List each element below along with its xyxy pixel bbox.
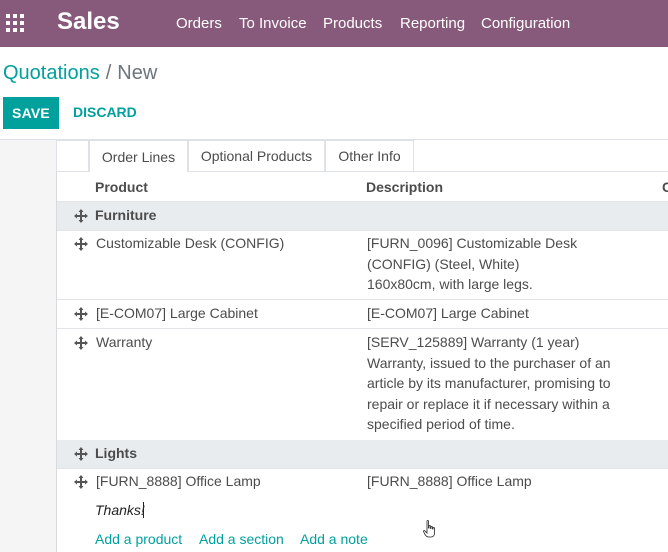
menu-reporting[interactable]: Reporting bbox=[400, 15, 465, 32]
product-cell[interactable]: Warranty bbox=[96, 332, 152, 353]
product-cell[interactable]: [E-COM07] Large Cabinet bbox=[96, 303, 258, 324]
breadcrumb-current: New bbox=[117, 62, 158, 84]
menu-configuration[interactable]: Configuration bbox=[481, 15, 570, 32]
breadcrumb-quotations[interactable]: Quotations bbox=[3, 62, 100, 84]
section-row[interactable] bbox=[57, 440, 668, 468]
column-header-product[interactable]: Product bbox=[95, 179, 148, 195]
description-line: (CONFIG) (Steel, White) bbox=[367, 255, 520, 272]
description-line: repair or replace it if necessary within… bbox=[367, 395, 610, 412]
row-divider bbox=[57, 230, 668, 231]
description-line: 160x80cm, with large legs. bbox=[367, 276, 533, 292]
note-input[interactable]: Thanks! bbox=[95, 502, 145, 518]
description-line: Warranty, issued to the purchaser of an bbox=[367, 354, 611, 371]
description-cell[interactable]: [SERV_125889] Warranty (1 year) Warranty… bbox=[367, 332, 627, 435]
add-section-link[interactable]: Add a section bbox=[199, 531, 284, 547]
description-line: specified period of time. bbox=[367, 416, 515, 432]
drag-handle-icon[interactable] bbox=[74, 307, 88, 321]
save-button[interactable]: SAVE bbox=[3, 97, 59, 129]
drag-handle-icon[interactable] bbox=[74, 209, 88, 223]
description-line: [FURN_8888] Office Lamp bbox=[367, 473, 532, 489]
row-divider bbox=[57, 299, 668, 300]
product-cell[interactable]: [FURN_8888] Office Lamp bbox=[96, 471, 261, 492]
column-header-partial[interactable]: C bbox=[662, 179, 668, 195]
description-line: [FURN_0096] Customizable Desk bbox=[367, 235, 578, 251]
breadcrumb-separator: / bbox=[105, 62, 112, 84]
product-cell[interactable]: Customizable Desk (CONFIG) bbox=[96, 233, 284, 254]
section-name[interactable]: Lights bbox=[95, 443, 137, 464]
tab-spacer bbox=[56, 140, 89, 171]
app-name[interactable]: Sales bbox=[57, 8, 120, 36]
hand-cursor-icon bbox=[423, 520, 435, 538]
menu-to-invoice[interactable]: To Invoice bbox=[239, 15, 307, 32]
description-cell[interactable]: [FURN_0096] Customizable Desk (CONFIG) (… bbox=[367, 233, 627, 295]
description-cell[interactable]: [FURN_8888] Office Lamp bbox=[367, 471, 627, 492]
description-line: [SERV_125889] Warranty (1 year) bbox=[367, 334, 580, 350]
menu-products[interactable]: Products bbox=[323, 15, 382, 32]
tab-other-info[interactable]: Other Info bbox=[325, 140, 414, 171]
column-header-description[interactable]: Description bbox=[366, 179, 443, 195]
drag-handle-icon[interactable] bbox=[74, 447, 88, 461]
section-name[interactable]: Furniture bbox=[95, 205, 156, 226]
breadcrumb: Quotations / New bbox=[3, 62, 157, 85]
drag-handle-icon[interactable] bbox=[74, 336, 88, 350]
discard-button[interactable]: DISCARD bbox=[73, 104, 137, 120]
menu-orders[interactable]: Orders bbox=[176, 15, 222, 32]
row-divider bbox=[57, 328, 668, 329]
grid-icon[interactable] bbox=[6, 14, 24, 32]
drag-handle-icon[interactable] bbox=[74, 475, 88, 489]
text-caret bbox=[143, 502, 144, 518]
tab-optional-products[interactable]: Optional Products bbox=[188, 140, 325, 171]
tab-order-lines[interactable]: Order Lines bbox=[89, 140, 188, 172]
row-divider bbox=[57, 468, 668, 469]
description-cell[interactable]: [E-COM07] Large Cabinet bbox=[367, 303, 627, 324]
description-line: article by its manufacturer, promising t… bbox=[367, 375, 611, 391]
top-navbar: Sales Orders To Invoice Products Reporti… bbox=[0, 0, 668, 47]
add-note-link[interactable]: Add a note bbox=[300, 531, 368, 547]
drag-handle-icon[interactable] bbox=[74, 237, 88, 251]
description-line: [E-COM07] Large Cabinet bbox=[367, 305, 529, 321]
add-product-link[interactable]: Add a product bbox=[95, 531, 182, 547]
